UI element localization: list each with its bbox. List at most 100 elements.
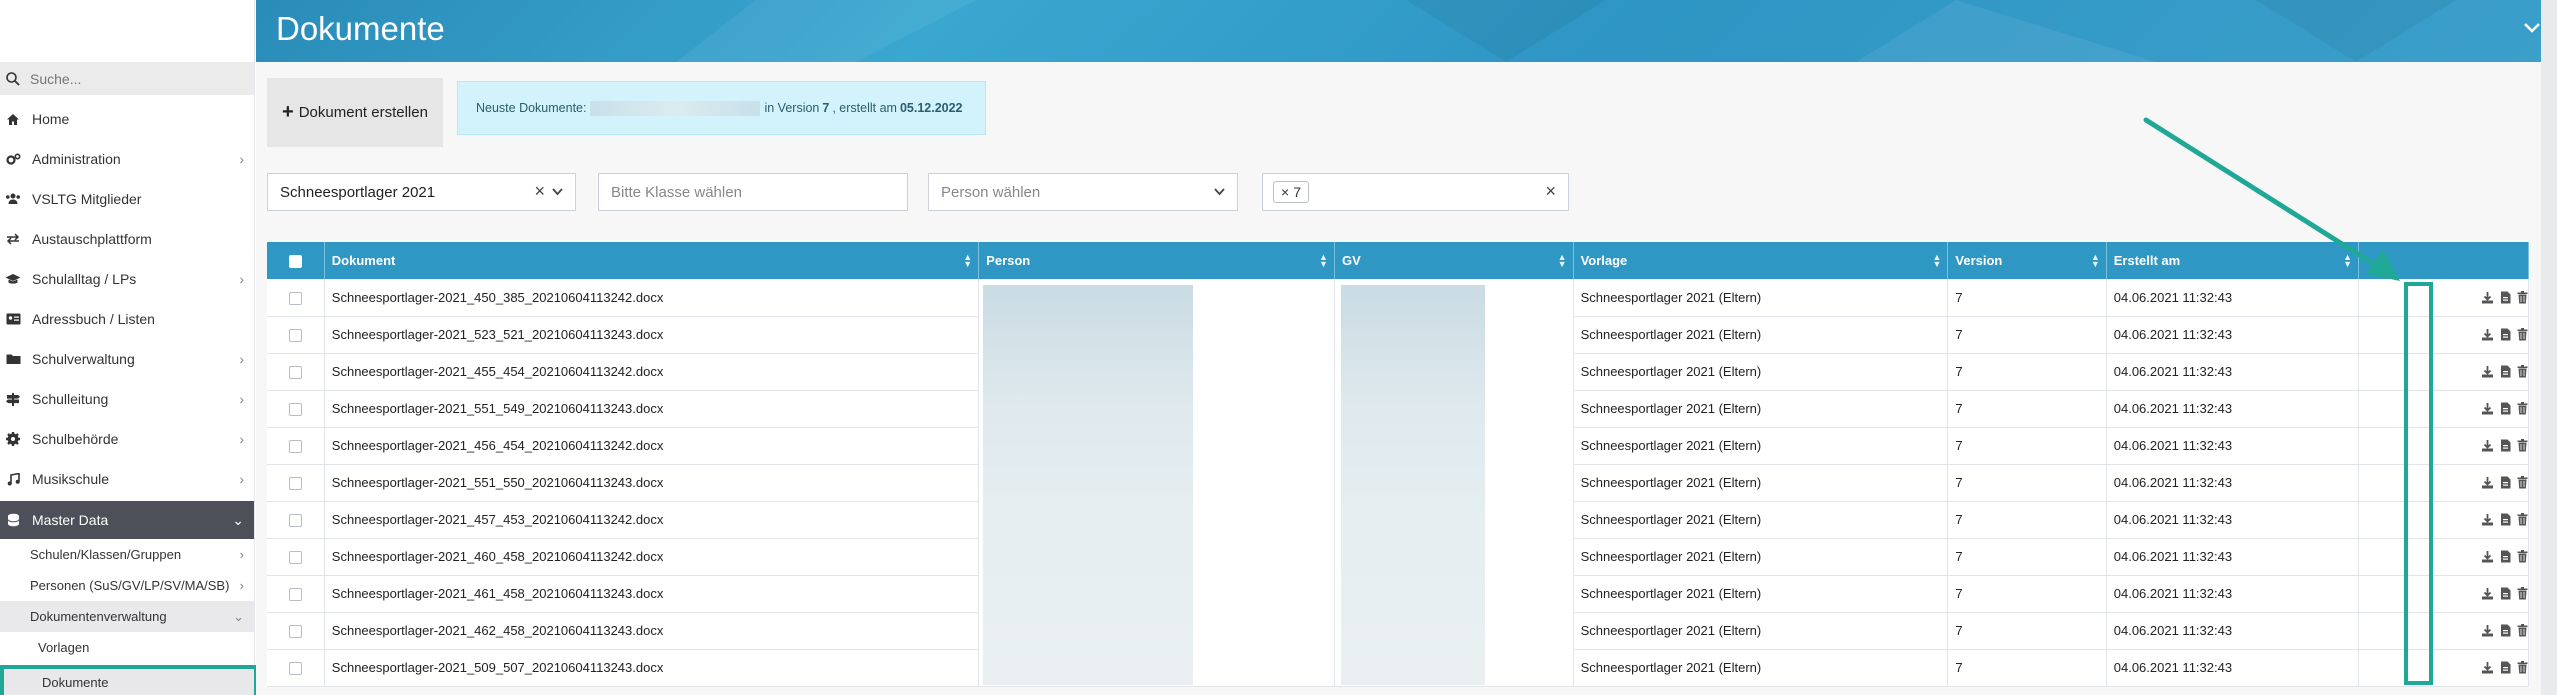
row-select-cell[interactable]	[267, 649, 325, 687]
sidebar-item-musikschule[interactable]: Musikschule ›	[0, 459, 254, 499]
pdf-icon[interactable]	[2500, 550, 2511, 563]
select-all-checkbox[interactable]	[288, 255, 302, 269]
row-select-cell[interactable]	[267, 464, 325, 502]
sidebar-item-schulen[interactable]: Schulen/Klassen/Gruppen ›	[0, 539, 254, 570]
cell-dokument[interactable]: Schneesportlager-2021_460_458_2021060411…	[324, 538, 980, 576]
sidebar-item-vsltg-mitglieder[interactable]: VSLTG Mitglieder	[0, 179, 254, 219]
sidebar-item-schulverwaltung[interactable]: Schulverwaltung ›	[0, 339, 254, 379]
trash-icon[interactable]	[2517, 661, 2528, 674]
lager-select[interactable]: Schneesportlager 2021 ×	[267, 173, 576, 211]
version-multiselect[interactable]: × 7 ×	[1262, 173, 1569, 211]
row-checkbox[interactable]	[288, 662, 302, 676]
pdf-icon[interactable]	[2500, 402, 2511, 415]
sidebar-item-schulleitung[interactable]: Schulleitung ›	[0, 379, 254, 419]
trash-icon[interactable]	[2517, 624, 2528, 637]
row-select-cell[interactable]	[267, 279, 325, 317]
row-select-cell[interactable]	[267, 575, 325, 613]
pdf-icon[interactable]	[2500, 661, 2511, 674]
sidebar-item-dokumente[interactable]: Dokumente	[0, 665, 258, 695]
row-select-cell[interactable]	[267, 353, 325, 391]
trash-icon[interactable]	[2517, 402, 2528, 415]
cell-dokument[interactable]: Schneesportlager-2021_551_550_2021060411…	[324, 464, 980, 502]
pdf-icon[interactable]	[2500, 328, 2511, 341]
row-checkbox[interactable]	[288, 440, 302, 454]
sidebar-item-home[interactable]: Home	[0, 99, 254, 139]
column-header-vorlage[interactable]: Vorlage ▲ ▼	[1573, 242, 1949, 279]
clear-icon[interactable]: ×	[1545, 181, 1556, 202]
row-checkbox[interactable]	[288, 477, 302, 491]
pdf-icon[interactable]	[2500, 439, 2511, 452]
pdf-icon[interactable]	[2500, 624, 2511, 637]
download-icon[interactable]	[2481, 513, 2494, 526]
download-icon[interactable]	[2481, 291, 2494, 304]
pdf-icon[interactable]	[2500, 513, 2511, 526]
trash-icon[interactable]	[2517, 550, 2528, 563]
clear-icon[interactable]: ×	[534, 181, 545, 202]
row-select-cell[interactable]	[267, 612, 325, 650]
trash-icon[interactable]	[2517, 587, 2528, 600]
row-checkbox[interactable]	[288, 403, 302, 417]
remove-tag-icon[interactable]: ×	[1281, 184, 1289, 200]
row-select-cell[interactable]	[267, 501, 325, 539]
row-checkbox[interactable]	[288, 588, 302, 602]
row-checkbox[interactable]	[288, 514, 302, 528]
sidebar-item-master-data[interactable]: Master Data ⌄	[0, 501, 254, 539]
trash-icon[interactable]	[2517, 365, 2528, 378]
row-select-cell[interactable]	[267, 390, 325, 428]
klasse-input[interactable]: Bitte Klasse wählen	[598, 173, 908, 211]
download-icon[interactable]	[2481, 365, 2494, 378]
pdf-icon[interactable]	[2500, 365, 2511, 378]
cell-dokument[interactable]: Schneesportlager-2021_455_454_2021060411…	[324, 353, 980, 391]
sidebar-search[interactable]	[0, 62, 254, 95]
row-checkbox[interactable]	[288, 551, 302, 565]
sidebar-item-vorlagen[interactable]: Vorlagen	[0, 632, 254, 663]
search-input[interactable]	[30, 70, 230, 87]
cell-dokument[interactable]: Schneesportlager-2021_456_454_2021060411…	[324, 427, 980, 465]
chevron-down-icon[interactable]	[2523, 22, 2541, 34]
row-checkbox[interactable]	[288, 291, 302, 305]
sidebar-item-dokumentenverwaltung[interactable]: Dokumentenverwaltung ⌄	[0, 601, 254, 632]
sidebar-item-administration[interactable]: Administration ›	[0, 139, 254, 179]
trash-icon[interactable]	[2517, 328, 2528, 341]
download-icon[interactable]	[2481, 624, 2494, 637]
column-header-dokument[interactable]: Dokument ▲ ▼	[324, 242, 980, 279]
download-icon[interactable]	[2481, 661, 2494, 674]
column-header-version[interactable]: Version ▲ ▼	[1947, 242, 2107, 279]
cell-dokument[interactable]: Schneesportlager-2021_551_549_2021060411…	[324, 390, 980, 428]
trash-icon[interactable]	[2517, 439, 2528, 452]
pdf-icon[interactable]	[2500, 291, 2511, 304]
cell-dokument[interactable]: Schneesportlager-2021_509_507_2021060411…	[324, 649, 980, 687]
column-header-erstellt[interactable]: Erstellt am ▲ ▼	[2106, 242, 2360, 279]
sidebar-item-schulalltag-lps[interactable]: Schulalltag / LPs ›	[0, 259, 254, 299]
download-icon[interactable]	[2481, 328, 2494, 341]
cell-dokument[interactable]: Schneesportlager-2021_457_453_2021060411…	[324, 501, 980, 539]
row-checkbox[interactable]	[288, 366, 302, 380]
column-header-person[interactable]: Person ▲ ▼	[978, 242, 1335, 279]
download-icon[interactable]	[2481, 587, 2494, 600]
select-all-cell[interactable]	[267, 242, 325, 279]
sidebar-item-adressbuch-listen[interactable]: Adressbuch / Listen	[0, 299, 254, 339]
pdf-icon[interactable]	[2500, 476, 2511, 489]
download-icon[interactable]	[2481, 550, 2494, 563]
download-icon[interactable]	[2481, 476, 2494, 489]
sidebar-item-schulbeh-rde[interactable]: Schulbehörde ›	[0, 419, 254, 459]
sidebar-item-personen[interactable]: Personen (SuS/GV/LP/SV/MA/SB) ›	[0, 570, 254, 601]
trash-icon[interactable]	[2517, 513, 2528, 526]
version-tag[interactable]: × 7	[1273, 181, 1309, 203]
row-select-cell[interactable]	[267, 538, 325, 576]
trash-icon[interactable]	[2517, 290, 2528, 304]
pdf-icon[interactable]	[2500, 587, 2511, 600]
cell-dokument[interactable]: Schneesportlager-2021_450_385_2021060411…	[324, 279, 980, 317]
create-document-button[interactable]: + Dokument erstellen	[267, 78, 443, 147]
cell-dokument[interactable]: Schneesportlager-2021_523_521_2021060411…	[324, 316, 980, 354]
sidebar-item-austauschplattform[interactable]: Austauschplattform	[0, 219, 254, 259]
column-header-gv[interactable]: GV ▲ ▼	[1334, 242, 1574, 279]
row-select-cell[interactable]	[267, 427, 325, 465]
trash-icon[interactable]	[2517, 476, 2528, 489]
row-checkbox[interactable]	[288, 329, 302, 343]
cell-dokument[interactable]: Schneesportlager-2021_462_458_2021060411…	[324, 612, 980, 650]
table-row[interactable]: Schneesportlager-2021_450_385_2021060411…	[267, 279, 2529, 687]
scrollbar[interactable]	[2541, 0, 2557, 695]
person-select[interactable]: Person wählen	[928, 173, 1238, 211]
download-icon[interactable]	[2481, 402, 2494, 415]
